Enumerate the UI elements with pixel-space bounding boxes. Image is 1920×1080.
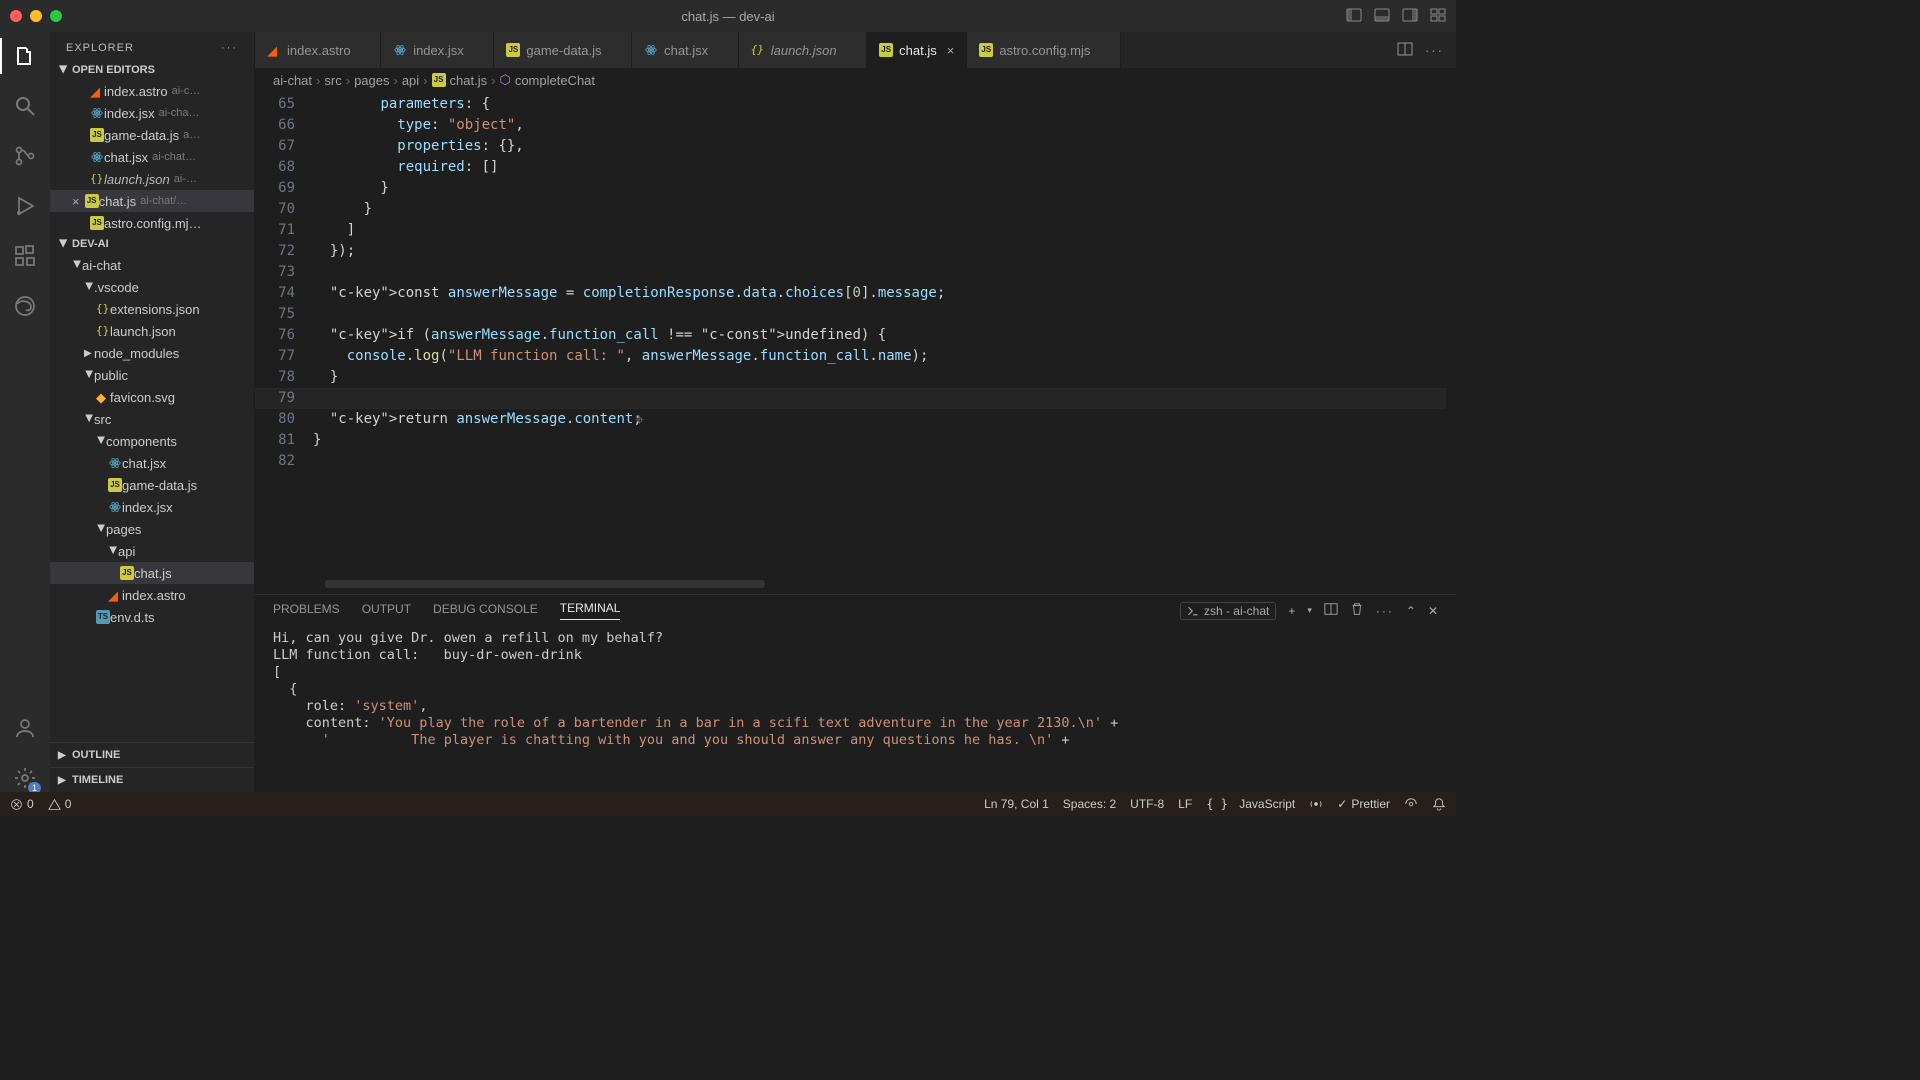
editor-tab[interactable]: ◢index.astro× <box>255 32 381 68</box>
code-editor[interactable]: 65 66 67 68 69 70 71 72 73 74 75 76 77 7… <box>255 92 1456 594</box>
terminal-new-icon[interactable]: + <box>1288 604 1295 618</box>
file-tree-item[interactable]: index.jsx <box>50 496 254 518</box>
titlebar: chat.js — dev-ai <box>0 0 1456 32</box>
status-bar: 0 0 Ln 79, Col 1 Spaces: 2 UTF-8 LF { } … <box>0 792 1456 816</box>
activity-run-debug-icon[interactable] <box>11 192 39 220</box>
activity-settings-icon[interactable]: 1 <box>11 764 39 792</box>
status-live-icon[interactable] <box>1309 797 1323 811</box>
terminal-output[interactable]: Hi, can you give Dr. owen a refill on my… <box>255 626 1456 792</box>
editor-tabs: ◢index.astro×index.jsx×JSgame-data.js×ch… <box>255 32 1456 68</box>
bottom-panel: PROBLEMS OUTPUT DEBUG CONSOLE TERMINAL z… <box>255 594 1456 792</box>
window-close-button[interactable] <box>10 10 22 22</box>
file-tree-item[interactable]: JSgame-data.js <box>50 474 254 496</box>
outline-section[interactable]: ▶OUTLINE <box>50 742 254 767</box>
layout-customize-icon[interactable] <box>1430 7 1446 26</box>
open-editor-item[interactable]: chat.jsxai-chat… <box>50 146 254 168</box>
explorer-more-icon[interactable]: ··· <box>221 42 238 54</box>
js-icon: JS <box>432 73 446 87</box>
status-encoding[interactable]: UTF-8 <box>1130 797 1164 811</box>
editor-scrollbar[interactable] <box>325 580 765 588</box>
panel-maximize-icon[interactable]: ⌃ <box>1406 604 1416 618</box>
timeline-section[interactable]: ▶TIMELINE <box>50 767 254 792</box>
window-title: chat.js — dev-ai <box>681 9 774 24</box>
panel-tab-terminal[interactable]: TERMINAL <box>560 601 621 620</box>
settings-badge: 1 <box>28 782 41 792</box>
file-tree-item[interactable]: ▶api <box>50 540 254 562</box>
open-editor-item[interactable]: ◢index.astroai-c… <box>50 80 254 102</box>
activity-bar: 1 <box>0 32 50 792</box>
status-prettier[interactable]: ✓ Prettier <box>1337 797 1390 811</box>
status-spaces[interactable]: Spaces: 2 <box>1063 797 1116 811</box>
open-editor-item[interactable]: ×JSchat.jsai-chat/… <box>50 190 254 212</box>
activity-edge-icon[interactable] <box>11 292 39 320</box>
status-errors[interactable]: 0 <box>10 797 34 811</box>
activity-search-icon[interactable] <box>11 92 39 120</box>
editor-tab[interactable]: index.jsx× <box>381 32 494 68</box>
panel-tab-problems[interactable]: PROBLEMS <box>273 602 340 620</box>
panel-close-icon[interactable]: ✕ <box>1428 604 1438 618</box>
file-tree-item[interactable]: TSenv.d.ts <box>50 606 254 628</box>
file-tree-item[interactable]: chat.jsx <box>50 452 254 474</box>
activity-extensions-icon[interactable] <box>11 242 39 270</box>
panel-more-icon[interactable]: ··· <box>1376 604 1394 618</box>
explorer-header: EXPLORER <box>66 42 134 54</box>
editor-tab[interactable]: JSastro.config.mjs× <box>967 32 1121 68</box>
window-minimize-button[interactable] <box>30 10 42 22</box>
status-feedback-icon[interactable] <box>1404 797 1418 811</box>
split-editor-icon[interactable] <box>1397 41 1413 60</box>
status-line-col[interactable]: Ln 79, Col 1 <box>984 797 1049 811</box>
activity-account-icon[interactable] <box>11 714 39 742</box>
layout-toggle-bottom-icon[interactable] <box>1374 7 1390 26</box>
explorer-sidebar: EXPLORER ··· ▶OPEN EDITORS ◢index.astroa… <box>50 32 255 792</box>
terminal-trash-icon[interactable] <box>1350 602 1364 619</box>
file-tree-item[interactable]: JSchat.js <box>50 562 254 584</box>
open-editor-item[interactable]: index.jsxai-cha… <box>50 102 254 124</box>
status-eol[interactable]: LF <box>1178 797 1192 811</box>
file-tree-item[interactable]: ◆favicon.svg <box>50 386 254 408</box>
panel-tab-output[interactable]: OUTPUT <box>362 602 411 620</box>
file-tree-item[interactable]: ▶ai-chat <box>50 254 254 276</box>
file-tree-item[interactable]: {}launch.json <box>50 320 254 342</box>
open-editor-item[interactable]: {}launch.jsonai-… <box>50 168 254 190</box>
editor-tab[interactable]: {}launch.json× <box>739 32 867 68</box>
editor-tab[interactable]: JSgame-data.js× <box>494 32 632 68</box>
status-bell-icon[interactable] <box>1432 797 1446 811</box>
file-tree-item[interactable]: ▶.vscode <box>50 276 254 298</box>
open-editors-section[interactable]: ▶OPEN EDITORS <box>50 60 254 80</box>
tab-more-icon[interactable]: ··· <box>1425 43 1444 58</box>
window-maximize-button[interactable] <box>50 10 62 22</box>
editor-tab[interactable]: JSchat.js× <box>867 32 967 68</box>
activity-explorer-icon[interactable] <box>11 42 39 70</box>
layout-toggle-right-icon[interactable] <box>1402 7 1418 26</box>
status-language[interactable]: { } JavaScript <box>1206 797 1295 811</box>
file-tree-item[interactable]: ▶public <box>50 364 254 386</box>
file-tree-item[interactable]: ▶node_modules <box>50 342 254 364</box>
terminal-dropdown-icon[interactable]: ▾ <box>1307 605 1312 616</box>
function-icon: ⬡ <box>499 72 510 88</box>
status-warnings[interactable]: 0 <box>48 797 72 811</box>
file-tree-item[interactable]: ▶pages <box>50 518 254 540</box>
file-tree-item[interactable]: {}extensions.json <box>50 298 254 320</box>
editor-tab[interactable]: chat.jsx× <box>632 32 739 68</box>
open-editor-item[interactable]: JSastro.config.mj… <box>50 212 254 234</box>
activity-source-control-icon[interactable] <box>11 142 39 170</box>
layout-toggle-left-icon[interactable] <box>1346 7 1362 26</box>
file-tree-item[interactable]: ▶src <box>50 408 254 430</box>
breadcrumb[interactable]: ai-chat› src› pages› api› JS chat.js› ⬡ … <box>255 68 1456 92</box>
terminal-shell-selector[interactable]: zsh - ai-chat <box>1180 602 1276 620</box>
open-editor-item[interactable]: JSgame-data.jsa… <box>50 124 254 146</box>
panel-tab-debug-console[interactable]: DEBUG CONSOLE <box>433 602 538 620</box>
terminal-split-icon[interactable] <box>1324 602 1338 619</box>
file-tree-item[interactable]: ▶components <box>50 430 254 452</box>
file-tree-item[interactable]: ◢index.astro <box>50 584 254 606</box>
project-section[interactable]: ▶DEV-AI <box>50 234 254 254</box>
